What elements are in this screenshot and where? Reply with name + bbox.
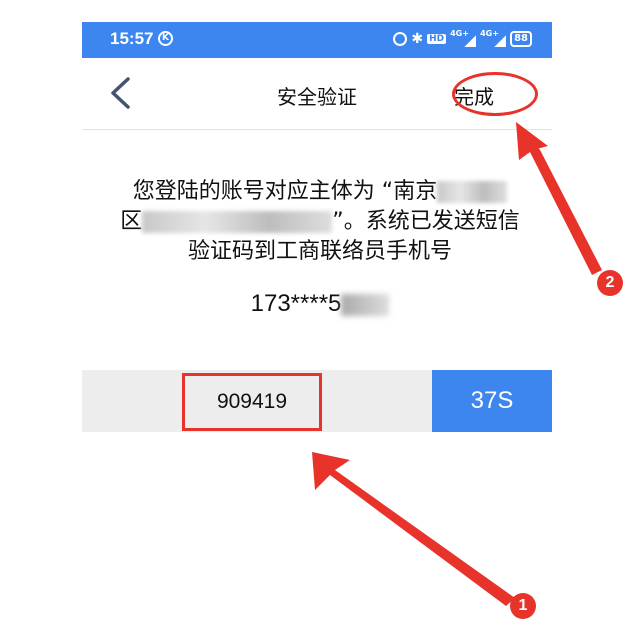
annotation-badge-1: 1 (510, 593, 536, 619)
annotation-badge-2: 2 (597, 270, 623, 296)
arrow-1 (312, 452, 515, 606)
annotation-arrows (312, 122, 602, 606)
